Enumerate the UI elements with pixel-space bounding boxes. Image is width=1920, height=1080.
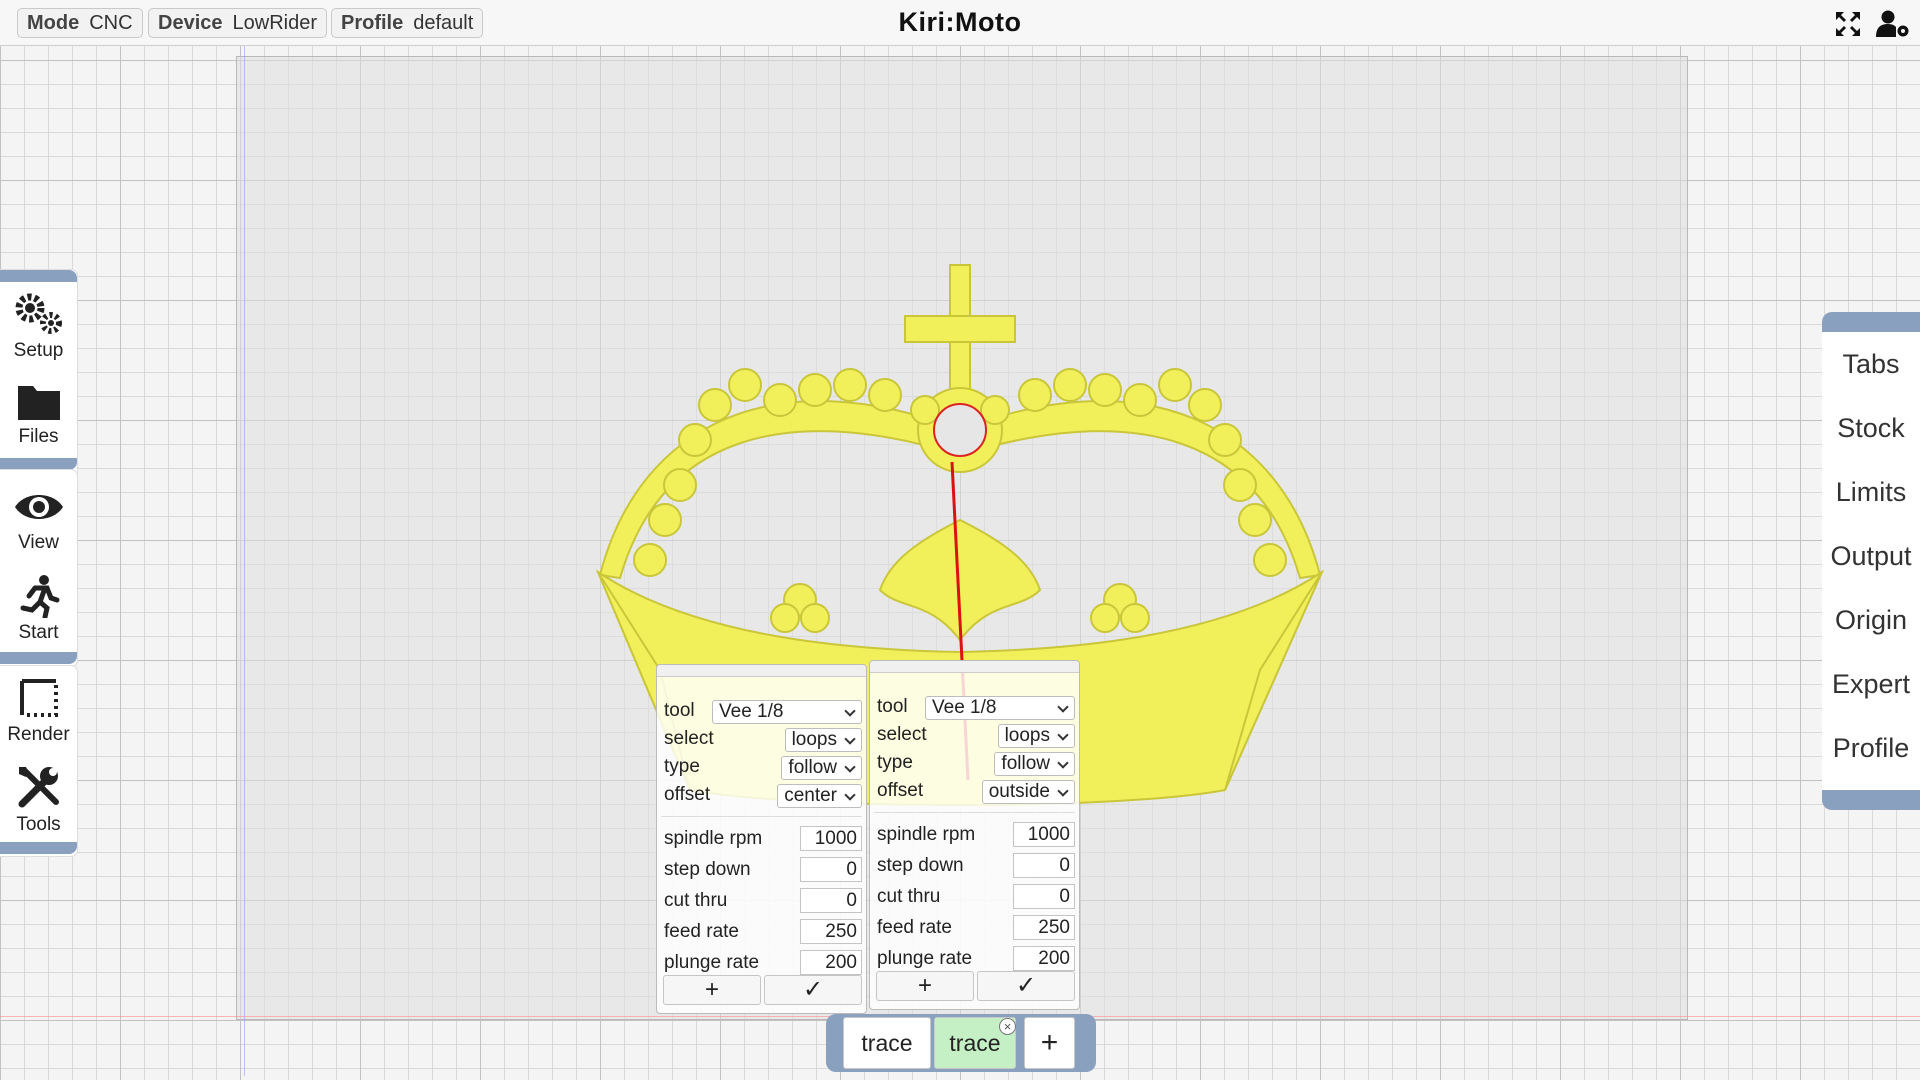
offset-row: offset outside xyxy=(870,777,1079,805)
offset-select[interactable]: center xyxy=(777,784,862,808)
menu-origin[interactable]: Origin xyxy=(1822,588,1920,652)
step-down-label: step down xyxy=(664,859,751,880)
menu-limits[interactable]: Limits xyxy=(1822,460,1920,524)
plunge-rate-label: plunge rate xyxy=(664,952,760,973)
type-label: type xyxy=(664,756,700,777)
running-person-icon xyxy=(20,575,59,618)
menu-profile[interactable]: Profile xyxy=(1822,716,1920,780)
setup-button[interactable]: Setup xyxy=(0,282,77,370)
files-label: Files xyxy=(18,426,59,447)
render-button[interactable]: Render xyxy=(0,666,77,754)
cut-thru-label: cut thru xyxy=(664,890,728,911)
cut-thru-input[interactable]: 0 xyxy=(1013,884,1075,909)
view-label: View xyxy=(18,532,59,553)
tools-button[interactable]: Tools xyxy=(0,754,77,842)
type-select[interactable]: follow xyxy=(781,756,862,780)
menu-stock[interactable]: Stock xyxy=(1822,396,1920,460)
trace-op-panel-2: tool Vee 1/8 select loops type follow of… xyxy=(869,660,1080,1010)
tool-select[interactable]: Vee 1/8 xyxy=(712,700,862,724)
tool-row: tool Vee 1/8 xyxy=(657,697,866,725)
menu-expert[interactable]: Expert xyxy=(1822,652,1920,716)
spindle-rpm-input[interactable]: 1000 xyxy=(800,826,862,851)
wrench-screwdriver-icon xyxy=(18,767,59,808)
spindle-label: spindle rpm xyxy=(664,828,763,849)
feed-rate-label: feed rate xyxy=(877,917,952,938)
type-row: type follow xyxy=(870,749,1079,777)
plunge-rate-input[interactable]: 200 xyxy=(800,950,862,975)
left-toolbar-top: Setup Files xyxy=(0,270,77,482)
render-frame-icon xyxy=(19,679,58,717)
confirm-button[interactable]: ✓ xyxy=(977,971,1075,1001)
spindle-rpm-input[interactable]: 1000 xyxy=(1013,822,1075,847)
right-menu: Tabs Stock Limits Output Origin Expert P… xyxy=(1822,312,1920,810)
select-row: select loops xyxy=(870,721,1079,749)
select-row: select loops xyxy=(657,725,866,753)
feed-rate-input[interactable]: 250 xyxy=(1013,915,1075,940)
plunge-rate-label: plunge rate xyxy=(877,948,973,969)
tool-select[interactable]: Vee 1/8 xyxy=(925,696,1075,720)
tool-label: tool xyxy=(877,696,908,717)
tools-label: Tools xyxy=(16,814,61,835)
feed-rate-label: feed rate xyxy=(664,921,739,942)
left-toolbar-middle: View Start xyxy=(0,470,77,666)
render-label: Render xyxy=(7,724,70,745)
start-button[interactable]: Start xyxy=(0,564,77,652)
select-label: select xyxy=(664,728,714,749)
gears-icon xyxy=(15,293,62,334)
add-op-button[interactable]: + xyxy=(1024,1017,1075,1069)
step-down-label: step down xyxy=(877,855,964,876)
files-button[interactable]: Files xyxy=(0,370,77,458)
offset-select[interactable]: outside xyxy=(981,780,1075,804)
cut-thru-input[interactable]: 0 xyxy=(800,888,862,913)
feed-rate-input[interactable]: 250 xyxy=(800,919,862,944)
close-icon[interactable]: × xyxy=(999,1018,1016,1035)
add-button[interactable]: + xyxy=(876,971,974,1001)
op-tab-trace-1[interactable]: trace xyxy=(843,1017,931,1069)
tool-row: tool Vee 1/8 xyxy=(870,693,1079,721)
left-toolbar-bottom: Render Tools xyxy=(0,666,77,856)
folder-icon xyxy=(17,386,60,420)
type-select[interactable]: follow xyxy=(994,752,1075,776)
add-button[interactable]: + xyxy=(663,975,761,1005)
type-label: type xyxy=(877,752,913,773)
menu-tabs[interactable]: Tabs xyxy=(1822,332,1920,396)
step-down-input[interactable]: 0 xyxy=(800,857,862,882)
start-label: Start xyxy=(18,622,59,643)
selected-loop xyxy=(933,403,987,457)
offset-label: offset xyxy=(664,784,711,805)
eye-icon xyxy=(14,495,63,519)
select-select[interactable]: loops xyxy=(997,724,1075,748)
step-down-input[interactable]: 0 xyxy=(1013,853,1075,878)
offset-label: offset xyxy=(877,780,924,801)
view-button[interactable]: View xyxy=(0,476,77,564)
spindle-label: spindle rpm xyxy=(877,824,976,845)
menu-output[interactable]: Output xyxy=(1822,524,1920,588)
select-select[interactable]: loops xyxy=(784,728,862,752)
cut-thru-label: cut thru xyxy=(877,886,941,907)
type-row: type follow xyxy=(657,753,866,781)
tool-label: tool xyxy=(664,700,695,721)
confirm-button[interactable]: ✓ xyxy=(764,975,862,1005)
select-label: select xyxy=(877,724,927,745)
trace-op-panel-1: tool Vee 1/8 select loops type follow of… xyxy=(656,664,867,1014)
offset-row: offset center xyxy=(657,781,866,809)
plunge-rate-input[interactable]: 200 xyxy=(1013,946,1075,971)
setup-label: Setup xyxy=(13,340,64,361)
